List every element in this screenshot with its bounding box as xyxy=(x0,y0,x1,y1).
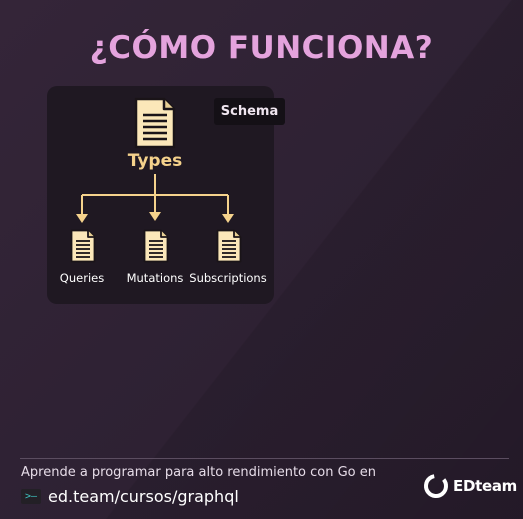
queries-label: Queries xyxy=(59,271,105,285)
footer-text: Aprende a programar para alto rendimient… xyxy=(21,465,377,480)
course-link[interactable]: >– ed.team/cursos/graphql xyxy=(21,486,239,506)
brand-name: EDteam xyxy=(453,477,517,495)
subscriptions-document-icon xyxy=(216,229,242,263)
edteam-brand: EDteam xyxy=(422,472,517,500)
footer-divider xyxy=(20,458,509,459)
course-url[interactable]: ed.team/cursos/graphql xyxy=(48,487,239,506)
mutations-label: Mutations xyxy=(126,271,184,285)
terminal-icon: >– xyxy=(21,488,41,504)
subscriptions-label: Subscriptions xyxy=(189,271,267,285)
mutations-document-icon xyxy=(143,229,169,263)
edteam-logo-icon xyxy=(424,474,448,498)
queries-document-icon xyxy=(70,229,96,263)
